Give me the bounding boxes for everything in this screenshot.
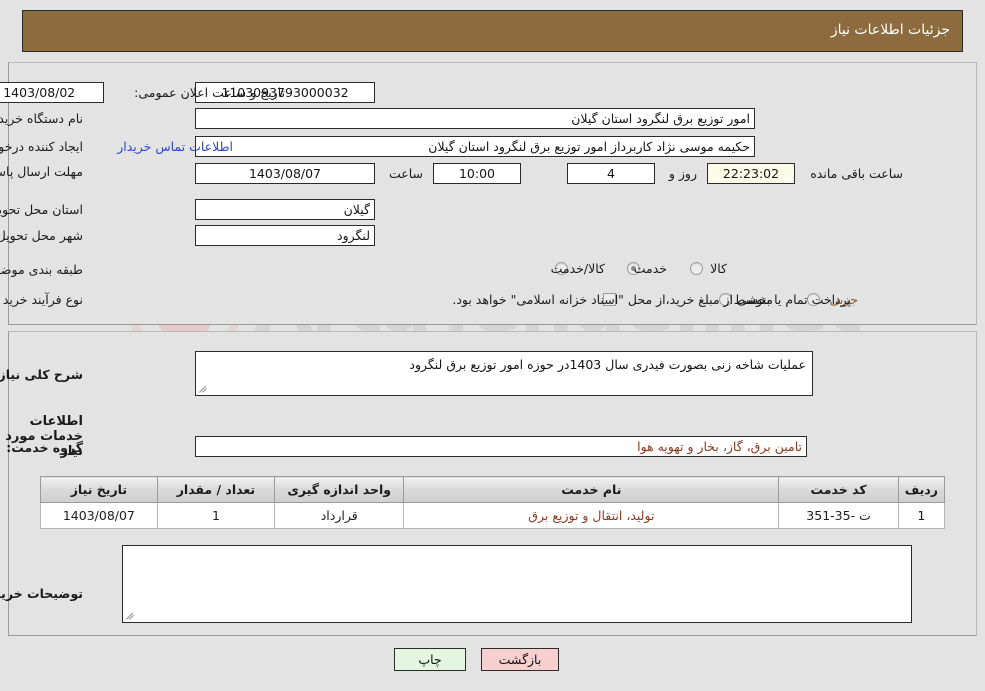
delivery-city-field[interactable]: لنگرود [195, 225, 375, 246]
general-description-label: شرح کلی نیاز: [0, 367, 83, 382]
cell-row-no: 1 [897, 502, 946, 529]
general-description-value: عملیات شاخه زنی بصورت فیدری سال 1403در ح… [409, 357, 806, 372]
buyer-contact-link[interactable]: اطلاعات تماس خریدار [117, 139, 233, 154]
buyer-notes-label: توضیحات خریدار: [0, 586, 83, 601]
announce-datetime-label: تاریخ و ساعت اعلان عمومی: [134, 85, 285, 100]
deadline-date-value: 1403/08/07 [195, 163, 375, 184]
services-table: ردیف کد خدمت نام خدمت واحد اندازه گیری ت… [40, 476, 946, 529]
remaining-clock-value: 22:23:02 [707, 163, 795, 184]
deadline-time-value: 10:00 [433, 163, 521, 184]
th-need-date: تاریخ نیاز [40, 476, 158, 503]
back-button[interactable]: بازگشت [481, 648, 559, 671]
category-label: طبقه بندی موضوعی: [0, 262, 83, 277]
delivery-city-label: شهر محل تحویل: [0, 228, 83, 243]
cell-service-code: ت -35-351 [778, 502, 899, 529]
service-group-field[interactable]: تامین برق، گاز، بخار و تهویه هوا [195, 436, 807, 457]
cell-need-date: 1403/08/07 [40, 502, 158, 529]
cell-unit: قرارداد [274, 502, 405, 529]
th-service-name: نام خدمت [403, 476, 780, 503]
table-header-row: ردیف کد خدمت نام خدمت واحد اندازه گیری ت… [40, 476, 946, 503]
days-and-label: روز و [668, 166, 697, 181]
resize-grip-icon[interactable] [198, 382, 210, 394]
cell-service-name: تولید، انتقال و توزیع برق [403, 502, 780, 529]
remaining-suffix-label: ساعت باقی مانده [810, 166, 903, 181]
print-button[interactable]: چاپ [394, 648, 466, 671]
category-option-kala[interactable]: کالا [710, 261, 727, 276]
buyer-notes-value [123, 546, 911, 550]
category-option-khedmat[interactable]: خدمت [634, 261, 667, 276]
category-option-kala-khedmat[interactable]: کالا/خدمت [551, 261, 605, 276]
deadline-label: مهلت ارسال پاسخ: تا تاریخ: [0, 164, 83, 179]
general-description-box[interactable]: عملیات شاخه زنی بصورت فیدری سال 1403در ح… [195, 351, 813, 396]
buyer-org-field[interactable]: امور توزیع برق لنگرود استان گیلان [195, 108, 755, 129]
buyer-notes-box[interactable] [122, 545, 912, 623]
announce-datetime-value: 1403/08/02 - 11:08 [0, 82, 104, 103]
buyer-org-label: نام دستگاه خریدار: [0, 111, 83, 126]
resize-grip-icon[interactable] [125, 609, 137, 621]
requester-field[interactable]: حکیمه موسی نژاد کاربرداز امور توزیع برق … [195, 136, 755, 157]
service-group-label: گروه خدمت: [6, 440, 83, 455]
th-service-code: کد خدمت [778, 476, 899, 503]
th-row-no: ردیف [897, 476, 946, 503]
requester-label: ایجاد کننده درخواست: [0, 139, 83, 154]
page-title: جزئیات اطلاعات نیاز [830, 22, 950, 38]
deadline-label-text: مهلت ارسال پاسخ: تا تاریخ: [0, 164, 83, 179]
page-header: جزئیات اطلاعات نیاز [22, 10, 963, 52]
cell-quantity: 1 [156, 502, 276, 529]
deadline-time-label: ساعت [388, 166, 423, 181]
delivery-province-field[interactable]: گیلان [195, 199, 375, 220]
remaining-days-value: 4 [567, 163, 655, 184]
request-info-panel [8, 62, 977, 325]
th-quantity: تعداد / مقدار [156, 476, 276, 503]
th-unit: واحد اندازه گیری [274, 476, 405, 503]
delivery-province-label: استان محل تحویل: [0, 202, 83, 217]
treasury-checkbox-label[interactable]: پرداخت تمام یا بخشی از مبلغ خرید،از محل … [128, 292, 851, 307]
process-type-label: نوع فرآیند خرید : [0, 292, 83, 307]
table-row[interactable]: 1 ت -35-351 تولید، انتقال و توزیع برق قر… [40, 502, 946, 529]
category-radio-kala[interactable] [690, 262, 703, 275]
